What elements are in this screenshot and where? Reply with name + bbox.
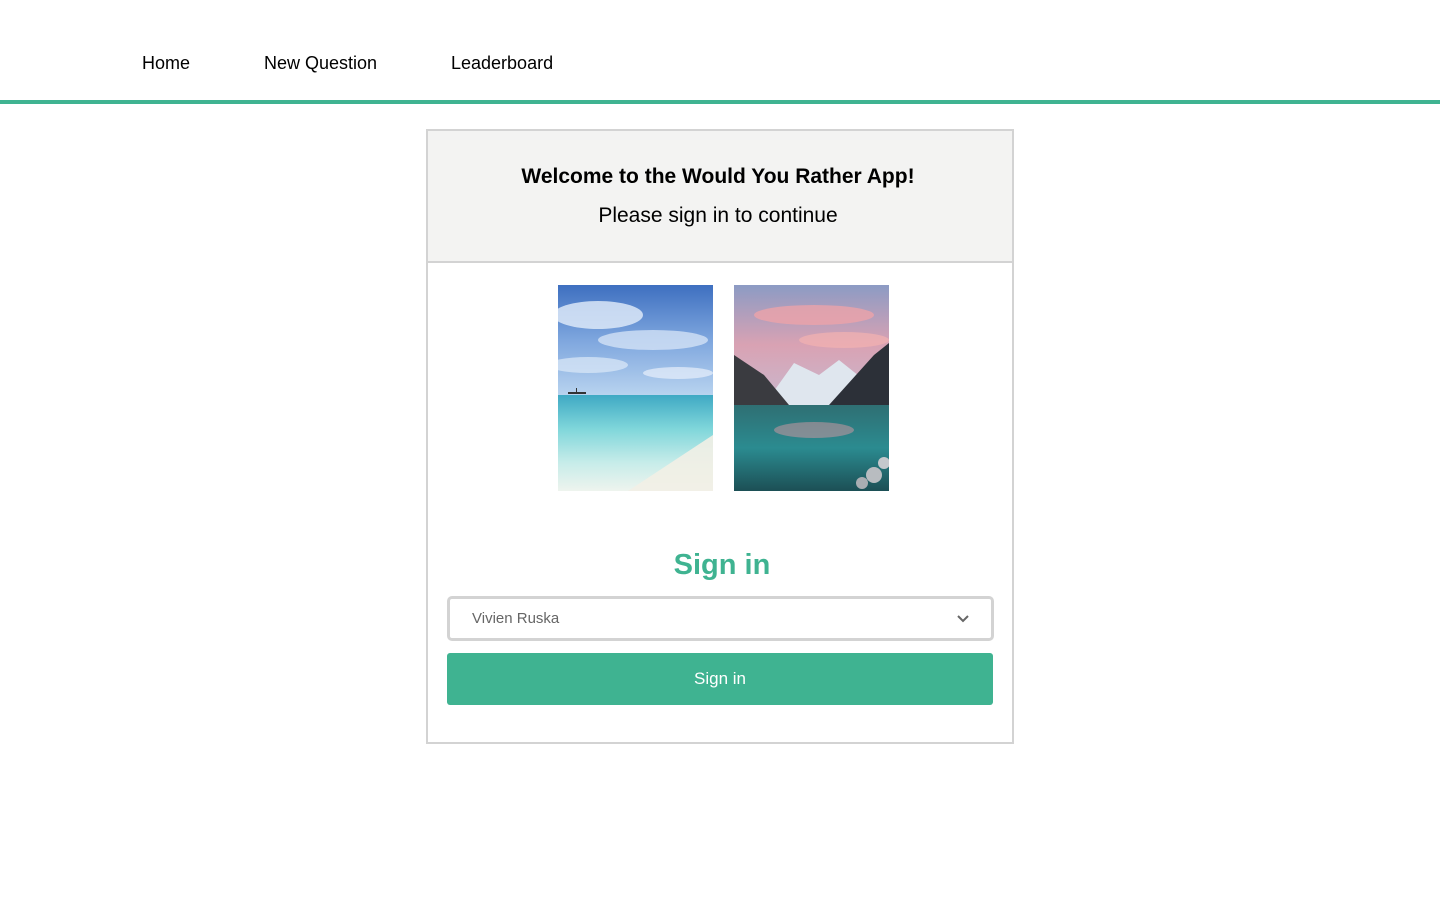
user-select-value: Vivien Ruska [472,610,560,627]
mountain-lake-image [734,285,889,491]
top-navigation: Home New Question Leaderboard [0,0,1440,104]
card-header: Welcome to the Would You Rather App! Ple… [428,131,1012,263]
nav-item-leaderboard[interactable]: Leaderboard [451,52,553,74]
sign-in-heading: Sign in [673,549,771,581]
welcome-title: Welcome to the Would You Rather App! [521,165,915,188]
beach-image [558,285,713,491]
welcome-subtitle: Please sign in to continue [598,204,838,227]
user-select[interactable]: Vivien Ruska [447,596,994,641]
sign-in-button[interactable]: Sign in [447,653,993,705]
nav-item-home[interactable]: Home [142,52,190,74]
nav-item-new-question[interactable]: New Question [264,52,377,74]
sign-in-card: Welcome to the Would You Rather App! Ple… [426,129,1014,744]
chevron-down-icon [955,612,971,626]
